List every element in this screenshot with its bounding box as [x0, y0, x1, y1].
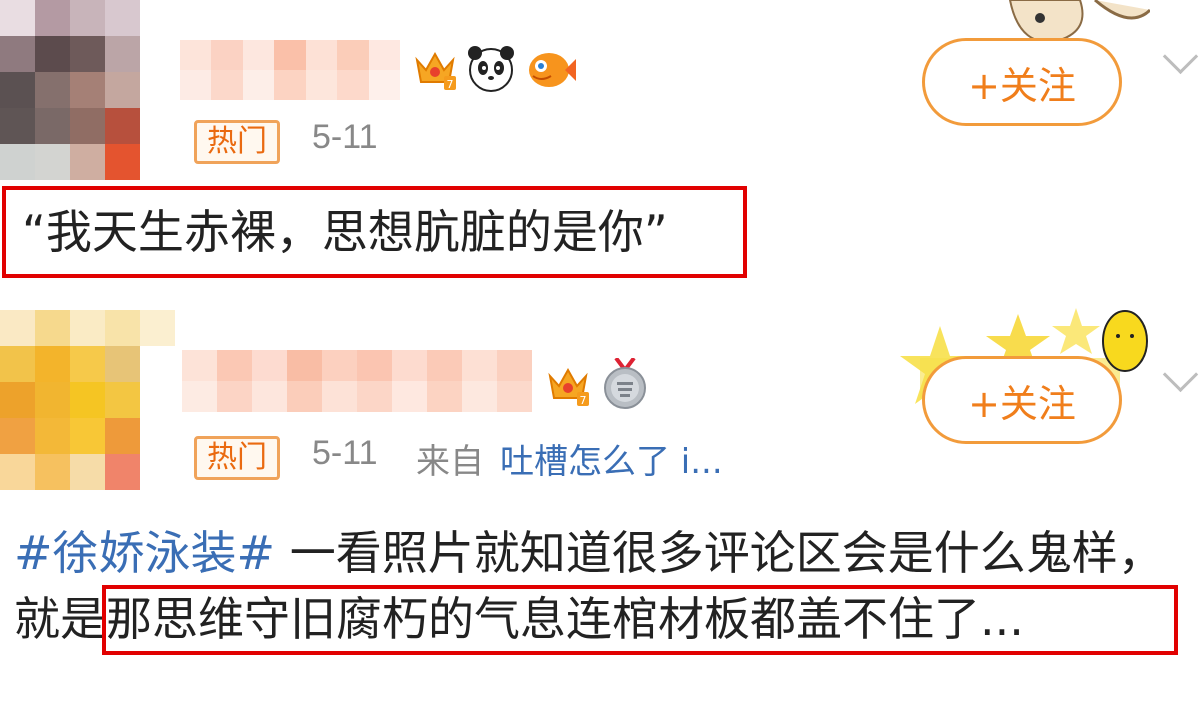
- chevron-down-icon[interactable]: [1162, 356, 1199, 393]
- hot-tag: 热门: [194, 436, 280, 480]
- avatar[interactable]: [0, 0, 175, 180]
- highlighted-quote: “我天生赤裸，思想肮脏的是你”: [2, 186, 747, 278]
- crown-7-icon: 7: [415, 51, 456, 91]
- highlight-box: [102, 585, 1178, 655]
- follow-button[interactable]: +关注: [922, 356, 1122, 444]
- svg-text:7: 7: [447, 78, 454, 91]
- hashtag-link[interactable]: #徐娇泳装#: [14, 526, 275, 580]
- avatar[interactable]: [0, 310, 175, 490]
- hot-tag: 热门: [194, 120, 280, 164]
- source-link[interactable]: 吐槽怎么了 i...: [500, 434, 723, 483]
- username-blurred[interactable]: [182, 350, 532, 412]
- chevron-down-icon[interactable]: [1162, 38, 1199, 75]
- username-blurred[interactable]: [180, 40, 400, 100]
- comment-text: 一看照片就知道很多评论区会是什么鬼样，: [275, 526, 1164, 580]
- crown-7-icon: 7: [548, 367, 589, 407]
- source-label: 来自: [416, 442, 484, 482]
- answer-medal-icon: [604, 358, 646, 409]
- post-date: 5-11: [312, 434, 378, 472]
- post-date: 5-11: [312, 118, 378, 156]
- svg-text:7: 7: [580, 394, 587, 407]
- fish-icon: [529, 53, 576, 87]
- panda-icon: [468, 46, 514, 92]
- follow-button[interactable]: +关注: [922, 38, 1122, 126]
